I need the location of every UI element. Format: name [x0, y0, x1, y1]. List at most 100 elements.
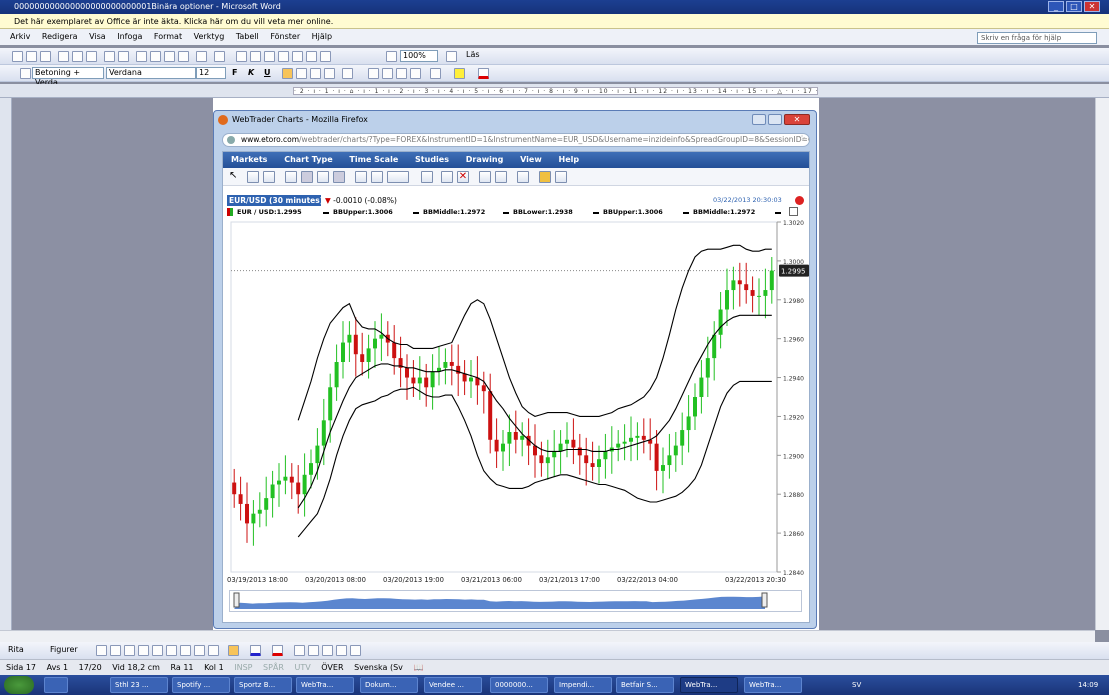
clipart-icon[interactable]: [194, 645, 205, 656]
paste-icon[interactable]: [164, 51, 175, 62]
decrease-indent-icon[interactable]: [396, 68, 407, 79]
ff-minimize-button[interactable]: [752, 114, 766, 125]
navigator-left-handle[interactable]: [233, 592, 240, 608]
italic-icon[interactable]: K: [248, 68, 259, 79]
insert-table-icon[interactable]: [264, 51, 275, 62]
drawing-icon[interactable]: [306, 51, 317, 62]
menu-hjalp[interactable]: Hjälp: [312, 32, 332, 41]
document-map-icon[interactable]: [320, 51, 331, 62]
numbering-icon[interactable]: [368, 68, 379, 79]
quick-launch[interactable]: [44, 677, 68, 693]
hyperlink-icon[interactable]: [236, 51, 247, 62]
border-icon[interactable]: [430, 68, 441, 79]
line-icon[interactable]: [96, 645, 107, 656]
fill-color-icon[interactable]: [228, 645, 239, 656]
tables-borders-icon[interactable]: [250, 51, 261, 62]
styles-pane-icon[interactable]: [20, 68, 31, 79]
navigator-right-handle[interactable]: [761, 592, 768, 608]
status-rec[interactable]: INSP: [234, 663, 252, 672]
save-icon[interactable]: [40, 51, 51, 62]
zoom-select[interactable]: 100%: [400, 50, 438, 62]
chart-navigator[interactable]: [229, 590, 802, 612]
taskbar-button[interactable]: Vendee ...: [424, 677, 482, 693]
taskbar-button[interactable]: Sthl 23 ...: [110, 677, 168, 693]
menu-tabell[interactable]: Tabell: [236, 32, 259, 41]
taskbar-button[interactable]: Dokum...: [360, 677, 418, 693]
undo-icon[interactable]: [196, 51, 207, 62]
menu-visa[interactable]: Visa: [89, 32, 106, 41]
print-preview-icon[interactable]: [86, 51, 97, 62]
status-ovr[interactable]: ÖVER: [321, 663, 343, 672]
draw-menu-button[interactable]: Rita: [8, 645, 24, 654]
language-indicator[interactable]: SV: [852, 681, 861, 689]
line-style-icon[interactable]: [294, 645, 305, 656]
show-formatting-icon[interactable]: [386, 51, 397, 62]
research-icon[interactable]: [118, 51, 129, 62]
font-color-icon[interactable]: [478, 68, 489, 79]
justify-icon[interactable]: [324, 68, 335, 79]
horizontal-scrollbar[interactable]: [0, 630, 1095, 642]
oval-icon[interactable]: [138, 645, 149, 656]
taskbar-button[interactable]: Spotify ...: [172, 677, 230, 693]
font-size-select[interactable]: 12: [196, 67, 226, 79]
menu-format[interactable]: Format: [154, 32, 182, 41]
arrow-icon[interactable]: [110, 645, 121, 656]
menu-redigera[interactable]: Redigera: [42, 32, 78, 41]
new-document-icon[interactable]: [12, 51, 23, 62]
clock[interactable]: 14:09: [1078, 675, 1098, 695]
menu-fonster[interactable]: Fönster: [270, 32, 300, 41]
firefox-title-bar[interactable]: WebTrader Charts - Mozilla Firefox ✕: [214, 111, 816, 129]
taskbar-button[interactable]: Betfair S...: [616, 677, 674, 693]
status-track[interactable]: SPÅR: [263, 663, 284, 672]
arrow-style-icon[interactable]: [322, 645, 333, 656]
taskbar-button[interactable]: Sportz B...: [234, 677, 292, 693]
vertical-scrollbar[interactable]: [1095, 98, 1109, 630]
underline-icon[interactable]: U: [264, 68, 275, 79]
columns-icon[interactable]: [292, 51, 303, 62]
line-color-icon[interactable]: [250, 645, 261, 656]
taskbar-button[interactable]: 0000000...: [490, 677, 548, 693]
font-select[interactable]: Verdana: [106, 67, 196, 79]
vertical-ruler[interactable]: [0, 98, 12, 630]
open-folder-icon[interactable]: [26, 51, 37, 62]
cut-icon[interactable]: [136, 51, 147, 62]
help-icon[interactable]: [446, 51, 457, 62]
taskbar-button[interactable]: WebTra...: [296, 677, 354, 693]
price-chart[interactable]: 1.30201.30001.29801.29601.29401.29201.29…: [223, 152, 809, 622]
menu-arkiv[interactable]: Arkiv: [10, 32, 30, 41]
status-ext[interactable]: UTV: [295, 663, 311, 672]
diagram-icon[interactable]: [180, 645, 191, 656]
insert-excel-icon[interactable]: [278, 51, 289, 62]
copy-icon[interactable]: [150, 51, 161, 62]
ff-close-button[interactable]: ✕: [784, 114, 810, 125]
help-search-input[interactable]: Skriv en fråga för hjälp: [977, 32, 1097, 44]
spelling-status-icon[interactable]: 📖: [413, 663, 423, 672]
3d-icon[interactable]: [350, 645, 361, 656]
horizontal-ruler[interactable]: · 2 · ı · 1 · ı · ⌂ · ı · 1 · ı · 2 · ı …: [0, 84, 1109, 98]
info-bar-text[interactable]: Det här exemplaret av Office är inte äkt…: [14, 17, 333, 26]
print-icon[interactable]: [72, 51, 83, 62]
redo-icon[interactable]: [214, 51, 225, 62]
menu-infoga[interactable]: Infoga: [117, 32, 142, 41]
taskbar-button[interactable]: WebTra...: [680, 677, 738, 693]
highlight-icon[interactable]: [454, 68, 465, 79]
style-select[interactable]: Betoning + Verda: [32, 67, 104, 87]
taskbar-button[interactable]: WebTra...: [744, 677, 802, 693]
align-center-icon[interactable]: [296, 68, 307, 79]
align-left-icon[interactable]: [282, 68, 293, 79]
close-button[interactable]: ✕: [1084, 1, 1100, 12]
align-right-icon[interactable]: [310, 68, 321, 79]
textbox-icon[interactable]: [152, 645, 163, 656]
draw-font-color-icon[interactable]: [272, 645, 283, 656]
bold-icon[interactable]: F: [232, 68, 243, 79]
increase-indent-icon[interactable]: [410, 68, 421, 79]
bookmark-star-icon[interactable]: ☆: [798, 134, 806, 144]
minimize-button[interactable]: _: [1048, 1, 1064, 12]
bullets-icon[interactable]: [382, 68, 393, 79]
shadow-icon[interactable]: [336, 645, 347, 656]
picture-icon[interactable]: [208, 645, 219, 656]
office-info-bar[interactable]: Det här exemplaret av Office är inte äkt…: [0, 14, 1109, 29]
shapes-menu-button[interactable]: Figurer: [50, 645, 78, 654]
address-bar[interactable]: www.etoro.com/webtrader/charts/?Type=FOR…: [222, 133, 810, 147]
ff-maximize-button[interactable]: [768, 114, 782, 125]
